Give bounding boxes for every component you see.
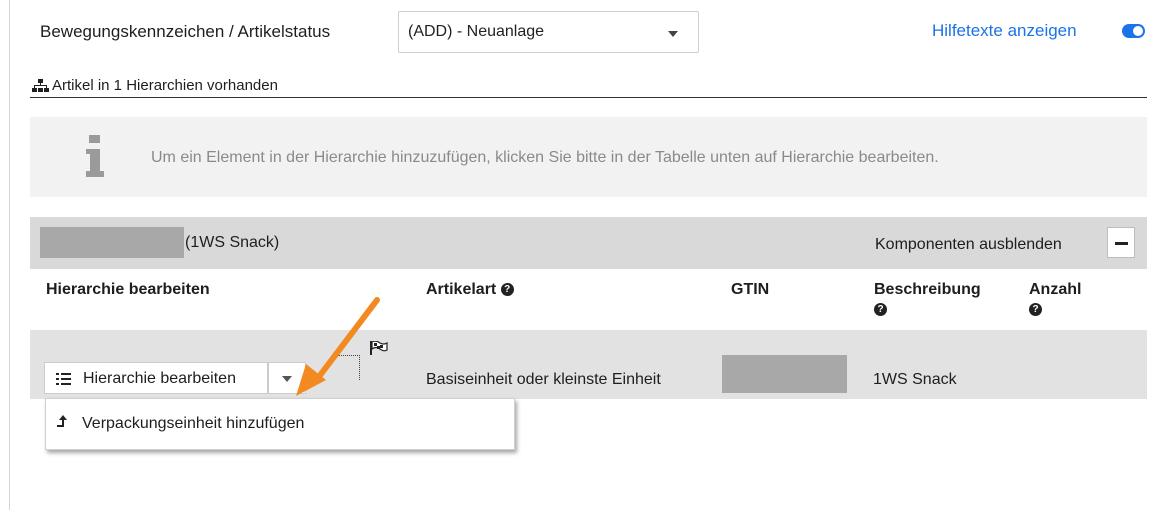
arrow-up-icon <box>57 415 67 427</box>
left-divider <box>9 0 10 510</box>
column-header-edit-label: Hierarchie bearbeiten <box>46 281 210 298</box>
tree-connector <box>338 355 360 356</box>
sitemap-icon <box>32 79 49 92</box>
list-icon <box>56 373 71 385</box>
column-header-description-label: Beschreibung <box>874 281 981 298</box>
column-header-type: Artikelart ? <box>426 280 514 300</box>
status-label: Bewegungskennzeichen / Artikelstatus <box>40 22 331 41</box>
info-icon <box>86 135 104 177</box>
help-icon[interactable]: ? <box>874 303 887 317</box>
help-texts-toggle[interactable] <box>1122 24 1145 38</box>
help-texts-link[interactable]: Hilfetexte anzeigen <box>932 21 1077 41</box>
column-header-gtin-label: GTIN <box>731 281 770 298</box>
column-header-gtin: GTIN <box>731 280 769 300</box>
help-icon[interactable]: ? <box>1029 303 1042 317</box>
status-select-value: (ADD) - Neuanlage <box>408 23 545 40</box>
edit-hierarchy-dropdown-toggle[interactable] <box>268 362 306 394</box>
column-header-count: Anzahl ? <box>1029 280 1081 320</box>
info-box: Um ein Element in der Hierarchie hinzuzu… <box>30 117 1147 197</box>
edit-hierarchy-menu: Verpackungseinheit hinzufügen <box>45 398 515 450</box>
row-article-type: Basiseinheit oder kleinste Einheit <box>426 371 661 388</box>
hierarchy-group-header: (1WS Snack) Komponenten ausblenden <box>30 217 1147 269</box>
edit-hierarchy-label: Hierarchie bearbeiten <box>83 370 236 387</box>
column-header-count-label: Anzahl <box>1029 281 1082 298</box>
menu-item-label: Verpackungseinheit hinzufügen <box>82 415 305 432</box>
help-icon[interactable]: ? <box>500 283 514 297</box>
column-header-type-label: Artikelart <box>426 281 497 298</box>
column-header-description: Beschreibung ? <box>874 280 981 320</box>
collapse-components-button[interactable] <box>1107 227 1135 258</box>
edit-hierarchy-button[interactable]: Hierarchie bearbeiten <box>44 362 268 394</box>
checkered-flag-icon <box>370 341 388 355</box>
hierarchy-heading: Artikel in 1 Hierarchien vorhanden <box>32 77 278 94</box>
status-select[interactable]: (ADD) - Neuanlage <box>398 11 699 53</box>
hide-components-label: Komponenten ausblenden <box>875 236 1062 253</box>
row-description: 1WS Snack <box>873 371 957 388</box>
hierarchy-heading-text: Artikel in 1 Hierarchien vorhanden <box>52 77 278 94</box>
menu-item-add-packaging-unit[interactable]: Verpackungseinheit hinzufügen <box>46 399 514 449</box>
chevron-down-icon <box>668 31 678 37</box>
toggle-knob <box>1133 26 1143 36</box>
group-name: (1WS Snack) <box>185 234 280 251</box>
redacted-name <box>40 227 184 258</box>
hierarchy-divider <box>30 97 1147 98</box>
redacted-gtin <box>722 355 847 393</box>
info-text: Um ein Element in der Hierarchie hinzuzu… <box>151 149 939 166</box>
column-header-edit: Hierarchie bearbeiten <box>46 280 210 300</box>
tree-connector <box>359 355 360 380</box>
